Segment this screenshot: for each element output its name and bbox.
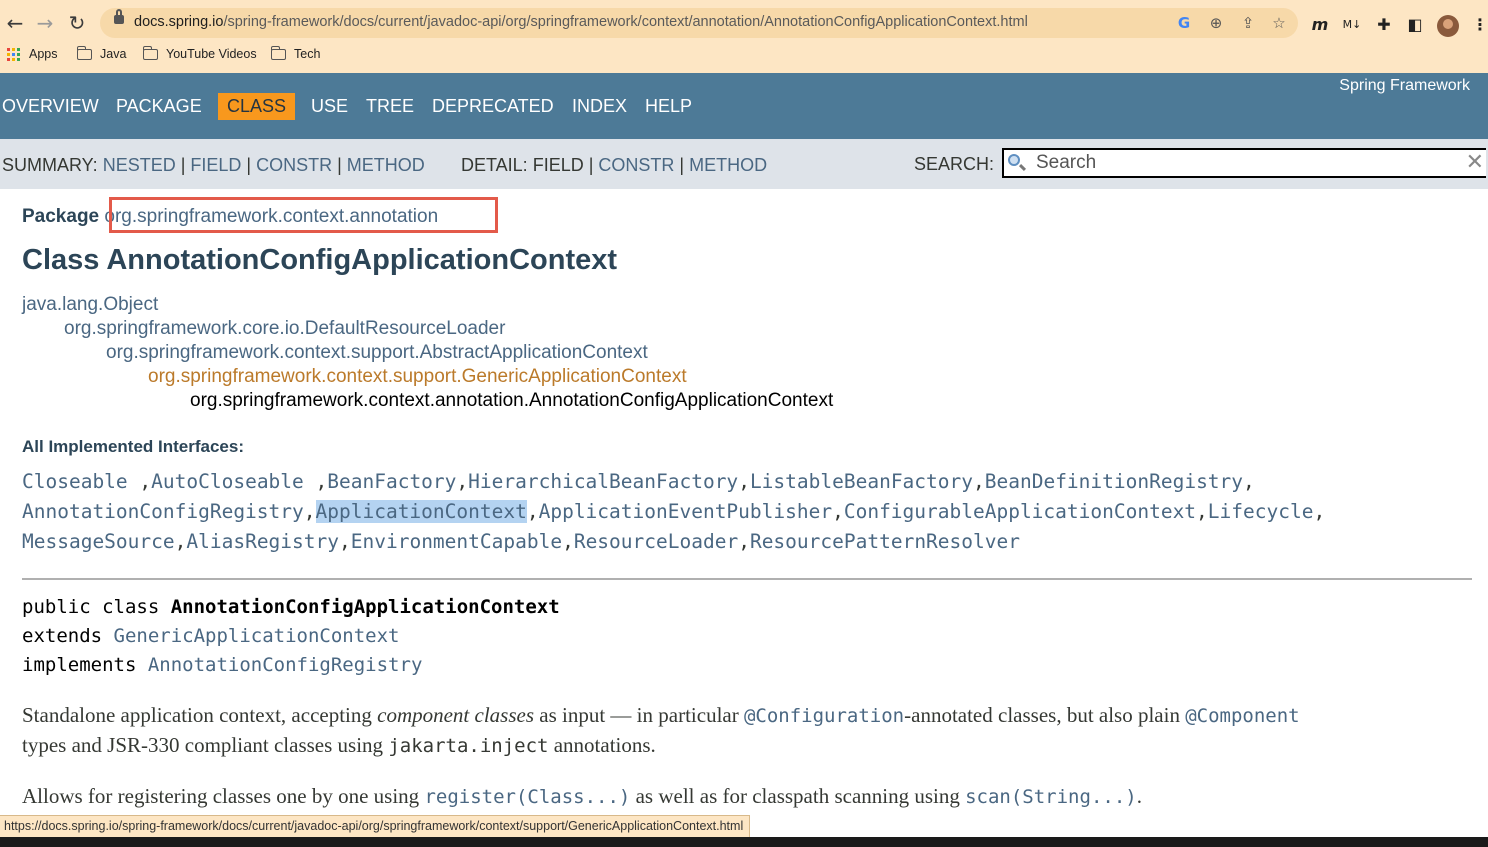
- link-status-bar: https://docs.spring.io/spring-framework/…: [0, 815, 751, 838]
- interface-link[interactable]: HierarchicalBeanFactory: [468, 470, 738, 493]
- summary-label: SUMMARY:: [2, 155, 98, 175]
- bookmark-youtube-videos[interactable]: YouTube Videos: [142, 45, 257, 61]
- bookmark-apps[interactable]: Apps: [7, 47, 58, 61]
- summary-method-link[interactable]: METHOD: [347, 155, 425, 175]
- summary-nav: SUMMARY: NESTED | FIELD | CONSTR | METHO…: [2, 155, 425, 175]
- interface-link[interactable]: MessageSource: [22, 530, 175, 553]
- implements-link[interactable]: AnnotationConfigRegistry: [148, 654, 423, 676]
- detail-nav: DETAIL: FIELD | CONSTR | METHOD: [461, 155, 768, 175]
- folder-icon: [76, 45, 92, 60]
- inheritance-object-link[interactable]: java.lang.Object: [22, 294, 158, 316]
- summary-constr-link[interactable]: CONSTR: [256, 155, 332, 175]
- search-placeholder: Search: [1036, 152, 1097, 173]
- search-icon: [1008, 154, 1020, 166]
- google-icon[interactable]: G: [1173, 12, 1195, 34]
- declaration-line-1: public class AnnotationConfigApplication…: [22, 596, 560, 618]
- interface-link[interactable]: AnnotationConfigRegistry: [22, 500, 304, 523]
- interface-link[interactable]: AliasRegistry: [186, 530, 339, 553]
- lock-icon: [114, 9, 124, 24]
- inheritance-current-class: org.springframework.context.annotation.A…: [190, 390, 834, 411]
- inheritance-defaultresourceloader-link[interactable]: org.springframework.core.io.DefaultResou…: [64, 318, 505, 340]
- javadoc-sub-nav: SUMMARY: NESTED | FIELD | CONSTR | METHO…: [0, 139, 1488, 189]
- address-row: ← → ↻ docs.spring.io/spring-framework/do…: [0, 6, 1488, 40]
- interfaces-line-3: MessageSource,AliasRegistry,EnvironmentC…: [22, 530, 1020, 553]
- component-link[interactable]: @Component: [1185, 705, 1299, 727]
- javadoc-top-nav: OVERVIEW PACKAGE CLASS USE TREE DEPRECAT…: [0, 73, 1488, 139]
- apps-grid-icon: [7, 47, 20, 61]
- interface-link[interactable]: ListableBeanFactory: [750, 470, 973, 493]
- bookmark-tech[interactable]: Tech: [270, 45, 320, 61]
- interfaces-heading: All Implemented Interfaces:: [22, 437, 245, 456]
- nav-overview[interactable]: OVERVIEW: [2, 96, 99, 117]
- folder-icon: [270, 45, 286, 60]
- profile-avatar[interactable]: [1437, 15, 1459, 37]
- share-icon[interactable]: ⇪: [1237, 12, 1259, 34]
- extends-link[interactable]: GenericApplicationContext: [114, 625, 400, 647]
- extension-m-icon[interactable]: m: [1308, 14, 1332, 36]
- nav-deprecated[interactable]: DEPRECATED: [432, 96, 554, 117]
- annotation-highlight-box: [109, 197, 498, 233]
- detail-method-link[interactable]: METHOD: [689, 155, 767, 175]
- folder-icon: [142, 45, 158, 60]
- bookmarks-bar: Apps Java YouTube Videos Tech: [0, 44, 1488, 66]
- interfaces-line-1: Closeable ,AutoCloseable ,BeanFactory,Hi…: [22, 470, 1255, 493]
- forward-icon[interactable]: →: [32, 10, 58, 36]
- extensions-puzzle-icon[interactable]: ✚: [1372, 14, 1396, 36]
- interfaces-line-2: AnnotationConfigRegistry,ApplicationCont…: [22, 500, 1326, 523]
- detail-constr-link[interactable]: CONSTR: [598, 155, 674, 175]
- nav-help[interactable]: HELP: [645, 96, 692, 117]
- back-icon[interactable]: ←: [2, 10, 28, 36]
- package-label: Package: [22, 206, 100, 227]
- interface-link[interactable]: Closeable: [22, 470, 128, 493]
- url-text[interactable]: docs.spring.io/spring-framework/docs/cur…: [134, 14, 1028, 30]
- brand-label: Spring Framework: [1339, 77, 1470, 94]
- browser-chrome: ← → ↻ docs.spring.io/spring-framework/do…: [0, 0, 1488, 73]
- interface-link[interactable]: Lifecycle: [1208, 500, 1314, 523]
- declaration-class-name: AnnotationConfigApplicationContext: [170, 596, 560, 618]
- interface-link[interactable]: ApplicationEventPublisher: [539, 500, 833, 523]
- register-method-link[interactable]: register(Class...): [424, 786, 630, 808]
- menu-kebab-icon[interactable]: ⋮: [1468, 14, 1488, 36]
- interface-link[interactable]: ConfigurableApplicationContext: [844, 500, 1196, 523]
- markdown-extension-icon[interactable]: M↓: [1340, 14, 1364, 36]
- nav-index[interactable]: INDEX: [572, 96, 627, 117]
- reload-icon[interactable]: ↻: [64, 10, 90, 36]
- side-panel-icon[interactable]: ◧: [1403, 14, 1427, 36]
- zoom-icon[interactable]: ⊕: [1205, 12, 1227, 34]
- window-bottom-edge: [0, 837, 1488, 847]
- interface-link[interactable]: AutoCloseable: [151, 470, 304, 493]
- interface-link[interactable]: ResourcePatternResolver: [750, 530, 1020, 553]
- interface-link-selected[interactable]: ApplicationContext: [315, 500, 527, 523]
- search-input[interactable]: Search ✕: [1002, 148, 1486, 178]
- nav-package[interactable]: PACKAGE: [116, 96, 202, 117]
- nav-tree[interactable]: TREE: [366, 96, 414, 117]
- description-para-1-line-1: Standalone application context, acceptin…: [22, 703, 1300, 727]
- configuration-link[interactable]: @Configuration: [744, 705, 904, 727]
- description-para-2: Allows for registering classes one by on…: [22, 784, 1142, 808]
- address-bar[interactable]: docs.spring.io/spring-framework/docs/cur…: [100, 8, 1298, 38]
- section-divider: [22, 578, 1472, 580]
- page-title: Class AnnotationConfigApplicationContext: [22, 244, 618, 276]
- inheritance-abstractapplicationcontext-link[interactable]: org.springframework.context.support.Abst…: [106, 342, 648, 364]
- interface-link[interactable]: BeanFactory: [327, 470, 456, 493]
- declaration-line-2: extends GenericApplicationContext: [22, 625, 400, 647]
- nav-class[interactable]: CLASS: [218, 93, 296, 120]
- interface-link[interactable]: EnvironmentCapable: [351, 530, 562, 553]
- inheritance-genericapplicationcontext-link[interactable]: org.springframework.context.support.Gene…: [148, 366, 687, 388]
- bookmark-star-icon[interactable]: ☆: [1268, 12, 1290, 34]
- search-label: SEARCH:: [914, 154, 995, 174]
- declaration-line-3: implements AnnotationConfigRegistry: [22, 654, 423, 676]
- summary-nested-link[interactable]: NESTED: [103, 155, 176, 175]
- detail-field-text: FIELD: [532, 155, 584, 175]
- description-para-1-line-2: types and JSR-330 compliant classes usin…: [22, 733, 656, 757]
- bookmark-java[interactable]: Java: [76, 45, 126, 61]
- clear-search-icon[interactable]: ✕: [1466, 150, 1484, 175]
- summary-field-link[interactable]: FIELD: [190, 155, 241, 175]
- interface-link[interactable]: ResourceLoader: [574, 530, 738, 553]
- interface-link[interactable]: BeanDefinitionRegistry: [985, 470, 1243, 493]
- nav-use[interactable]: USE: [311, 96, 348, 117]
- detail-label: DETAIL:: [461, 155, 528, 175]
- scan-method-link[interactable]: scan(String...): [965, 786, 1137, 808]
